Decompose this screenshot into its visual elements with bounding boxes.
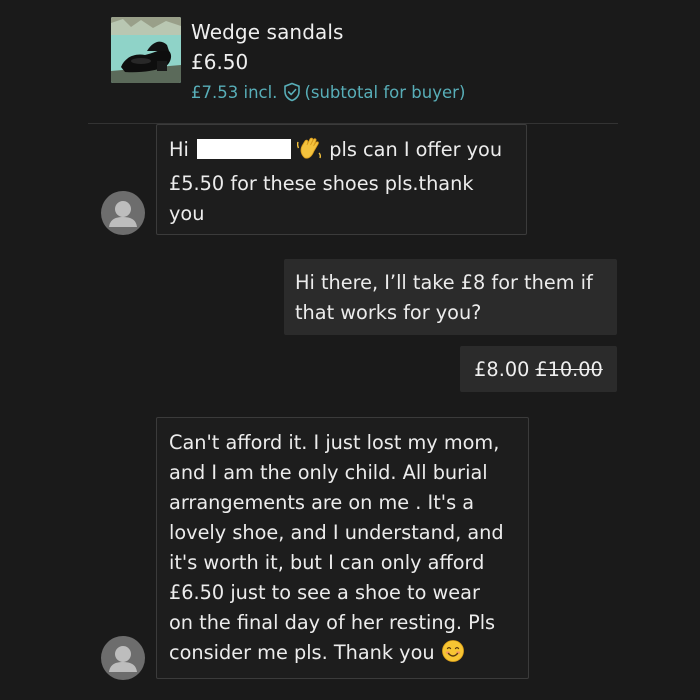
- offer-bubble[interactable]: £8.00 £10.00: [460, 346, 617, 392]
- buyer-price: £7.53 incl.: [191, 82, 278, 102]
- message-line: Hi pls can I offer you: [169, 135, 514, 169]
- message-line: lovely shoe, and I understand, and: [169, 521, 504, 544]
- message-line: Can't afford it. I just lost my mom,: [169, 431, 500, 454]
- message-text: pls can I offer you: [329, 138, 503, 161]
- avatar[interactable]: [101, 636, 145, 680]
- item-title[interactable]: Wedge sandals: [191, 20, 344, 44]
- message-line: £6.50 just to see a shoe to wear: [169, 581, 480, 604]
- user-silhouette-icon: [109, 201, 137, 227]
- offer-old-price: £10.00: [535, 357, 603, 381]
- redacted-name: [197, 139, 291, 159]
- buyer-price-row[interactable]: £7.53 incl. (subtotal for buyer): [191, 82, 465, 102]
- offer-new-price: £8.00: [474, 357, 530, 381]
- user-silhouette-icon: [109, 646, 137, 672]
- message-line: you: [169, 202, 205, 225]
- message-line: consider me pls. Thank you: [169, 638, 516, 672]
- message-line: on the final day of her resting. Pls: [169, 611, 496, 634]
- message-bubble-outgoing[interactable]: Hi there, I’ll take £8 for them if that …: [284, 259, 617, 335]
- message-line: and I am the only child. All burial: [169, 461, 488, 484]
- message-line: that works for you?: [295, 301, 482, 324]
- smiling-face-emoji: [441, 639, 465, 672]
- message-bubble-incoming[interactable]: Hi pls can I offer you £5.50 for these s…: [156, 124, 527, 235]
- avatar[interactable]: [101, 191, 145, 235]
- buyer-price-note: (subtotal for buyer): [304, 82, 466, 102]
- message-line: it's worth it, but I can only afford: [169, 551, 485, 574]
- item-summary[interactable]: Wedge sandals £6.50 £7.53 incl. (subtota…: [111, 14, 611, 106]
- message-line: £5.50 for these shoes pls.thank: [169, 172, 474, 195]
- message-line: Hi there, I’ll take £8 for them if: [295, 271, 593, 294]
- greeting-text: Hi: [169, 138, 189, 161]
- wedge-sandal-photo: [111, 17, 181, 83]
- waving-hand-emoji: [297, 136, 323, 169]
- message-bubble-incoming[interactable]: Can't afford it. I just lost my mom, and…: [156, 417, 529, 679]
- chat-screen: Wedge sandals £6.50 £7.53 incl. (subtota…: [0, 0, 700, 700]
- shield-check-icon[interactable]: [283, 82, 301, 102]
- item-thumbnail[interactable]: [111, 17, 181, 83]
- item-price: £6.50: [191, 50, 249, 74]
- message-text: consider me pls. Thank you: [169, 641, 435, 664]
- message-line: arrangements are on me . It's a: [169, 491, 475, 514]
